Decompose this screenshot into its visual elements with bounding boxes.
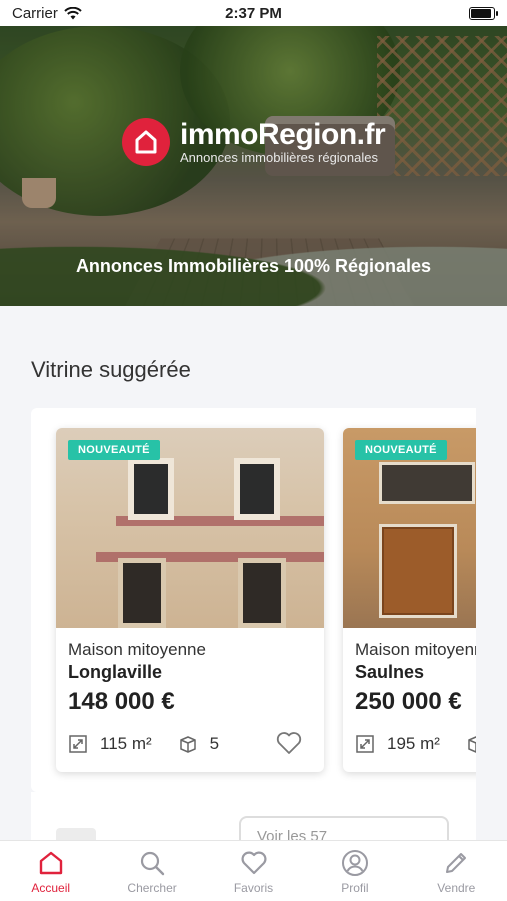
wifi-icon [64, 6, 82, 19]
showcase-carousel[interactable]: NOUVEAUTÉ Maison mitoyenne Longlaville 1… [31, 408, 476, 792]
rooms-icon [466, 734, 476, 754]
listing-price: 250 000 € [355, 688, 462, 715]
brand-subtitle: Annonces immobilières régionales [180, 150, 378, 165]
listing-city: Longlaville [68, 662, 163, 682]
search-icon [141, 851, 165, 876]
tab-label: Chercher [127, 881, 177, 895]
heart-icon [241, 851, 267, 875]
listing-type: Maison mitoyenne [68, 640, 206, 659]
listing-city: Saulnes [355, 662, 425, 682]
tab-label: Accueil [31, 881, 71, 895]
user-icon [341, 850, 368, 876]
listing-price: 148 000 € [68, 688, 175, 715]
new-badge: NOUVEAUTÉ [355, 440, 447, 460]
battery-icon [469, 6, 498, 20]
tab-vendre[interactable]: Vendre [406, 841, 507, 901]
status-bar: Carrier 2:37 PM [0, 0, 507, 26]
carrier-label: Carrier [12, 4, 58, 22]
surface-icon [68, 734, 88, 754]
listing-surface: 195 m² [387, 734, 440, 753]
carrier-group: Carrier [12, 5, 82, 22]
hero-tagline: Annonces Immobilières 100% Régionales [75, 256, 432, 276]
tab-profil[interactable]: Profil [304, 841, 405, 901]
tab-bar: Accueil Chercher Favoris Profil Vendre [0, 840, 507, 901]
tab-label: Favoris [233, 881, 274, 895]
listing-surface: 115 m² [100, 734, 152, 753]
listing-features: 115 m² 5 [68, 734, 245, 754]
pencil-icon [446, 853, 467, 873]
listing-card[interactable]: NOUVEAUTÉ Maison mitoyenne Saulnes 250 0… [343, 428, 476, 772]
home-icon [39, 851, 62, 875]
tab-label: Vendre [437, 881, 476, 895]
section-title: Vitrine suggérée [31, 357, 191, 382]
brand-logo-block: immoRegion.fr Annonces immobilières régi… [122, 118, 386, 166]
new-badge: NOUVEAUTÉ [68, 440, 160, 460]
house-logo-icon [122, 118, 170, 166]
tab-label: Profil [341, 881, 369, 895]
surface-icon [355, 734, 375, 754]
tab-favoris[interactable]: Favoris [203, 841, 304, 901]
listing-rooms: 5 [209, 734, 220, 753]
brand-name: immoRegion.fr [180, 118, 386, 151]
rooms-icon [178, 734, 198, 754]
tab-chercher[interactable]: Chercher [101, 841, 202, 901]
listing-type: Maison mitoyenne [355, 640, 476, 659]
listing-features: 195 m² [355, 734, 476, 754]
favorite-heart-icon[interactable] [276, 731, 302, 755]
listing-card[interactable]: NOUVEAUTÉ Maison mitoyenne Longlaville 1… [56, 428, 324, 772]
tab-accueil[interactable]: Accueil [0, 841, 101, 901]
